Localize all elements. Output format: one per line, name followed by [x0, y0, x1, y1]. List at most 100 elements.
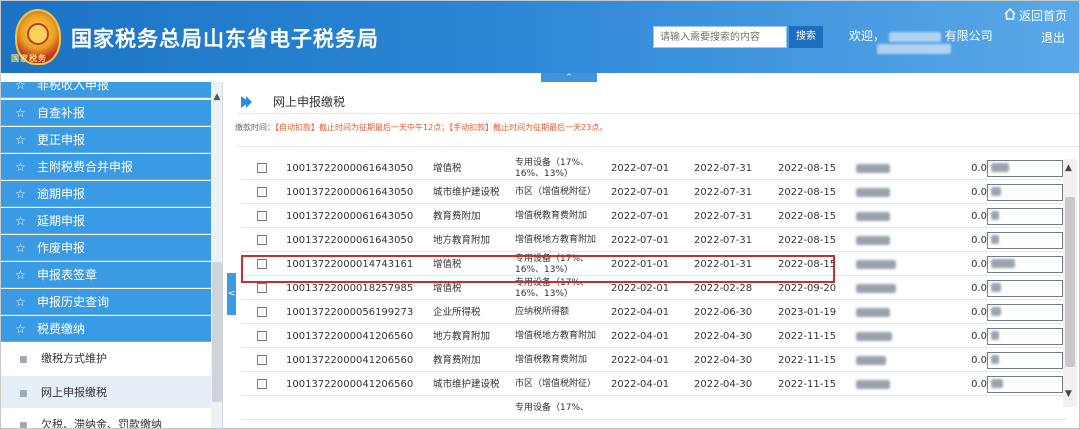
- table-row: 10013722000061643050 地方教育附加 增值税地方教育附加 2022-…: [241, 229, 1067, 252]
- payment-amount-input[interactable]: [987, 160, 1063, 177]
- redacted-company-name: [888, 31, 941, 42]
- cell-period-end: 2022-04-30: [694, 331, 753, 342]
- row-checkbox[interactable]: [257, 331, 267, 341]
- cell-declaration-no: 10013722000041206560: [286, 355, 414, 366]
- cell-period-start: 2022-07-01: [611, 187, 670, 198]
- table-row: 专用设备（17%、: [241, 397, 1067, 420]
- row-checkbox[interactable]: [257, 187, 267, 197]
- sidebar-scroll-thumb[interactable]: [212, 262, 222, 402]
- collapse-header-button[interactable]: ^: [541, 73, 597, 82]
- sidebar-item-signature[interactable]: ☆ 申报表签章: [1, 262, 211, 288]
- row-checkbox[interactable]: [257, 379, 267, 389]
- payment-amount-input[interactable]: [987, 280, 1063, 297]
- sidebar-toggle-button[interactable]: <: [227, 273, 236, 315]
- page-title: 网上申报缴税: [273, 95, 346, 109]
- cell-amount-redacted: [856, 277, 916, 300]
- payment-amount-input[interactable]: [987, 256, 1063, 273]
- cell-amount-redacted: [856, 349, 916, 372]
- cell-tax-type: 城市维护建设税: [433, 379, 500, 390]
- sidebar-subitem-payment-method[interactable]: ■ 缴税方式维护: [1, 342, 211, 376]
- payment-amount-input[interactable]: [987, 352, 1063, 369]
- cell-deadline: 2022-08-15: [778, 187, 837, 198]
- highlighted-row-box: [241, 255, 835, 283]
- notice-text: 【自动扣款】截止时间为征期最后一天中午12点；【手动扣款】截止时间为征期最后一天…: [275, 123, 608, 132]
- cell-period-start: 2022-04-01: [611, 355, 670, 366]
- cell-declaration-no: 10013722000061643050: [286, 163, 414, 174]
- search-button[interactable]: 搜索: [789, 26, 823, 48]
- sidebar-item-void[interactable]: ☆ 作废申报: [1, 235, 211, 261]
- payment-amount-input[interactable]: [987, 208, 1063, 225]
- search-input[interactable]: [653, 26, 787, 48]
- sidebar-item-nontax-income[interactable]: ☆ 非税收入申报: [1, 82, 211, 98]
- sidebar-subitem-arrears[interactable]: ■ 欠税、滞纳金、罚款缴纳: [1, 408, 211, 429]
- sidebar-item-label: 非税收入申报: [37, 82, 110, 92]
- row-checkbox[interactable]: [257, 355, 267, 365]
- top-header: 国家税务 国家税务总局山东省电子税务局 搜索 欢迎， 有限公司 返回首页 退出: [1, 1, 1079, 73]
- cell-tax-item: 增值税地方教育附加: [515, 331, 597, 341]
- row-checkbox[interactable]: [257, 307, 267, 317]
- sidebar-item-label: 自查补报: [37, 106, 86, 120]
- cell-period-end: 2022-07-31: [694, 211, 753, 222]
- cell-deadline: 2022-11-15: [778, 379, 837, 390]
- star-icon: ☆: [15, 82, 26, 92]
- cell-tax-item: 增值税教育费附加: [515, 211, 588, 221]
- table-row: 10013722000041206560 教育费附加 增值税教育费附加 2022-04…: [241, 349, 1067, 372]
- cell-declaration-no: 10013722000041206560: [286, 379, 414, 390]
- payment-amount-input[interactable]: [987, 376, 1063, 393]
- scroll-up-icon[interactable]: ▲: [211, 92, 222, 104]
- star-icon: ☆: [15, 241, 26, 255]
- cell-tax-item: 市区（增值税附征）: [515, 379, 597, 389]
- cell-tax-type: 城市维护建设税: [433, 187, 500, 198]
- sidebar-subitem-label: 欠税、滞纳金、罚款缴纳: [41, 418, 162, 429]
- table-row: 10013722000061643050 教育费附加 增值税教育费附加 2022-07…: [241, 205, 1067, 228]
- home-icon[interactable]: [1003, 7, 1017, 21]
- sidebar-item-tax-payment[interactable]: ☆ 税费缴纳: [1, 316, 211, 342]
- row-checkbox[interactable]: [257, 211, 267, 221]
- cell-tax-item: 市区（增值税附征）: [515, 187, 597, 197]
- cell-deadline: 2022-08-15: [778, 211, 837, 222]
- sidebar-item-overdue[interactable]: ☆ 逾期申报: [1, 181, 211, 207]
- sidebar-subitem-online-payment[interactable]: ■ 网上申报缴税: [1, 376, 211, 410]
- cell-period-start: 2022-04-01: [611, 331, 670, 342]
- scroll-up-icon[interactable]: ▲: [1065, 163, 1072, 173]
- return-home-link[interactable]: 返回首页: [1019, 7, 1067, 24]
- cell-paid-amount: 0.0: [971, 283, 987, 294]
- payment-amount-input[interactable]: [987, 304, 1063, 321]
- sidebar-subitem-label: 网上申报缴税: [41, 386, 107, 399]
- cell-paid-amount: 0.0: [971, 379, 987, 390]
- cell-tax-type: 增值税: [433, 163, 462, 174]
- cell-period-start: 2022-04-01: [611, 307, 670, 318]
- payment-amount-input[interactable]: [987, 184, 1063, 201]
- cell-deadline: 2022-11-15: [778, 355, 837, 366]
- welcome-prefix: 欢迎，: [849, 29, 886, 43]
- sidebar-item-label: 申报历史查询: [37, 295, 110, 309]
- divider: [237, 146, 1079, 147]
- cell-tax-item: 增值税地方教育附加: [515, 235, 597, 245]
- scroll-down-icon[interactable]: ▼: [1065, 389, 1072, 399]
- notice-label: 缴款时间：: [235, 123, 275, 132]
- payment-amount-input[interactable]: [987, 232, 1063, 249]
- sidebar-item-combined[interactable]: ☆ 主附税费合并申报: [1, 154, 211, 180]
- cell-amount-redacted: [856, 325, 916, 348]
- cell-tax-type: 地方教育附加: [433, 235, 491, 246]
- sidebar-item-correction[interactable]: ☆ 更正申报: [1, 127, 211, 153]
- row-checkbox[interactable]: [257, 235, 267, 245]
- cell-paid-amount: 0.0: [971, 211, 987, 222]
- sidebar-item-extension[interactable]: ☆ 延期申报: [1, 208, 211, 234]
- table-row: 10013722000061643050 增值税 专用设备（17%、16%、13%）…: [241, 157, 1067, 180]
- star-icon: ☆: [15, 133, 26, 147]
- row-checkbox[interactable]: [257, 163, 267, 173]
- cell-tax-item: 专用设备（17%、: [515, 403, 590, 413]
- site-title: 国家税务总局山东省电子税务局: [71, 27, 379, 51]
- cell-amount-redacted: [856, 373, 916, 396]
- welcome-suffix: 有限公司: [944, 29, 993, 43]
- table-scroll-thumb[interactable]: [1065, 197, 1075, 367]
- sidebar-item-self-check[interactable]: ☆ 自查补报: [1, 100, 211, 126]
- logout-link[interactable]: 退出: [1041, 29, 1065, 46]
- cell-period-end: 2022-07-31: [694, 163, 753, 174]
- sidebar-item-label: 更正申报: [37, 133, 86, 147]
- sidebar-item-history[interactable]: ☆ 申报历史查询: [1, 289, 211, 315]
- table-row: 10013722000061643050 城市维护建设税 市区（增值税附征） 2022…: [241, 181, 1067, 204]
- row-checkbox[interactable]: [257, 283, 267, 293]
- payment-amount-input[interactable]: [987, 328, 1063, 345]
